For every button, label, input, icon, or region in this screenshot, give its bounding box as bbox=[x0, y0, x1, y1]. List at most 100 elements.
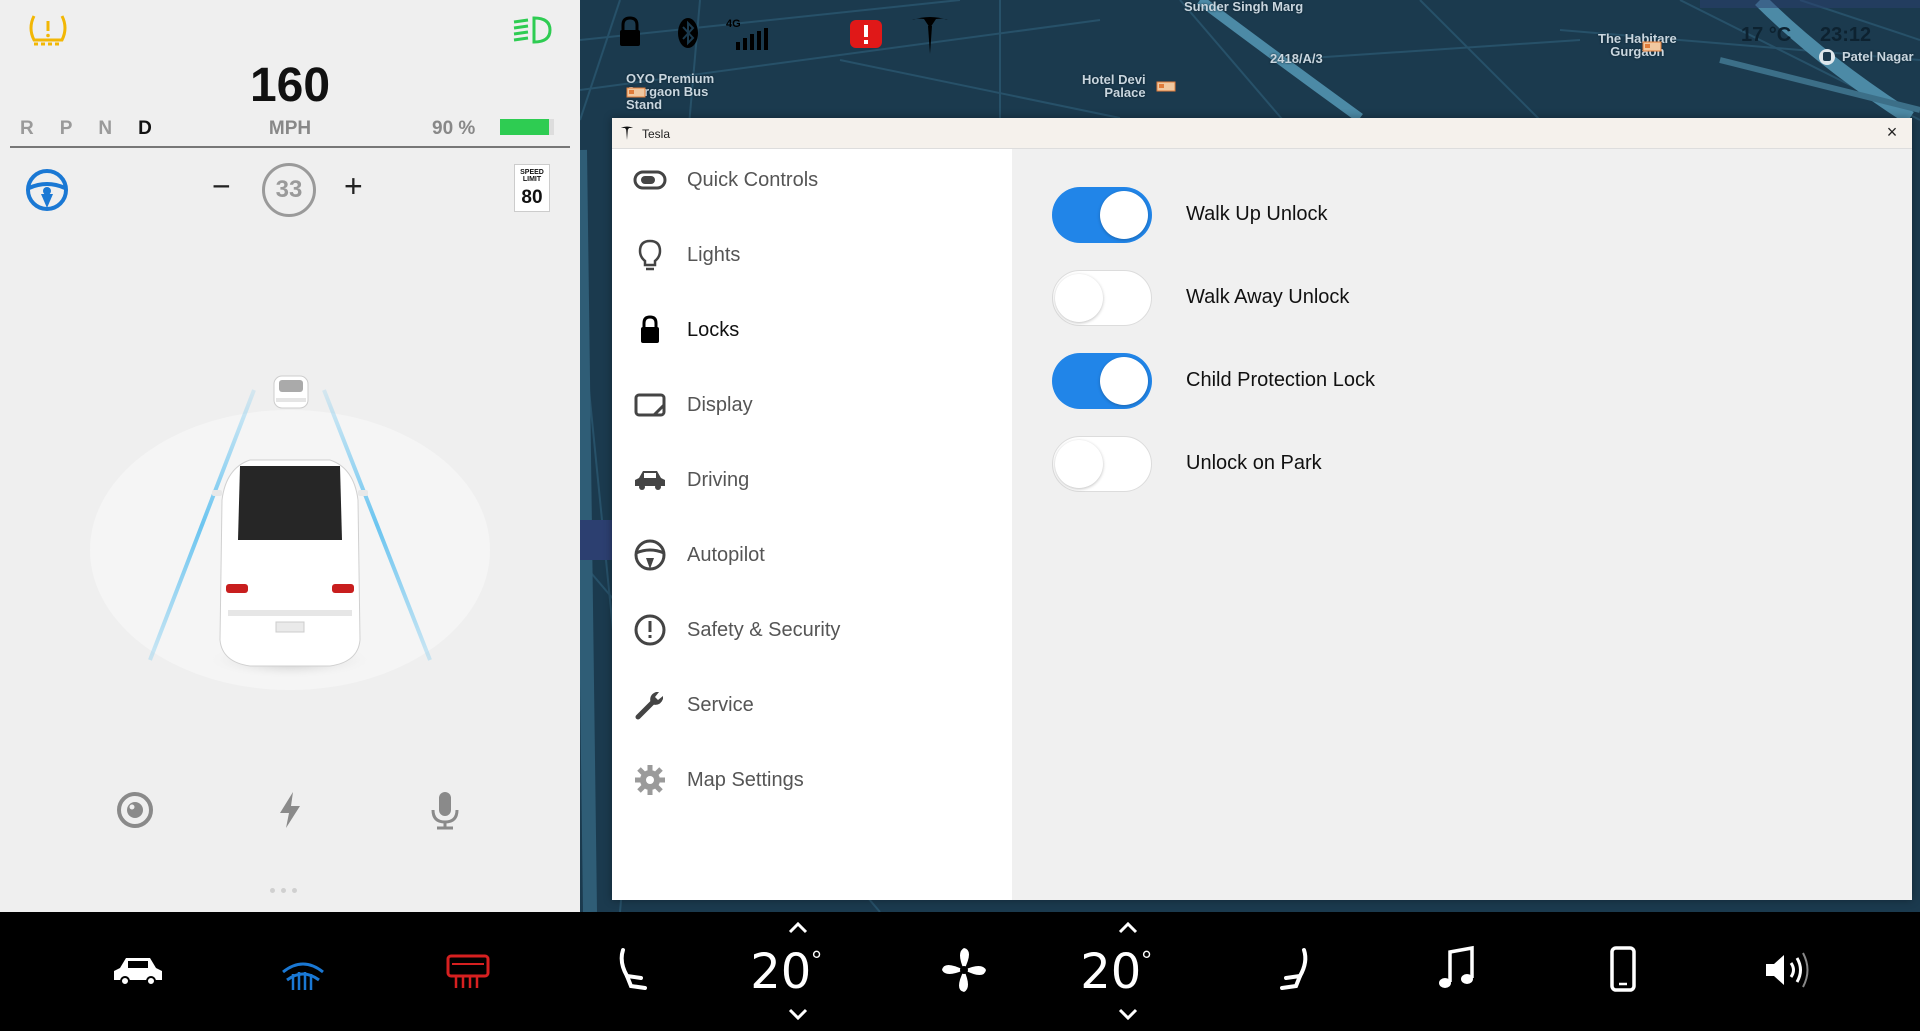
bluetooth-icon[interactable] bbox=[672, 14, 704, 52]
map-label-area: Patel Nagar bbox=[1842, 49, 1914, 64]
setting-walk-away-unlock: Walk Away Unlock bbox=[1052, 270, 1852, 330]
setting-label: Child Protection Lock bbox=[1186, 369, 1375, 391]
speed-readout: 160 bbox=[249, 59, 331, 112]
bottom-control-bar: 20° 20° bbox=[0, 912, 1920, 1031]
walk-away-unlock-toggle[interactable] bbox=[1052, 270, 1152, 326]
front-defrost-icon[interactable] bbox=[275, 942, 331, 998]
clock: 23:12 bbox=[1820, 24, 1872, 46]
steering-wheel-icon bbox=[634, 539, 666, 571]
bulb-icon bbox=[638, 239, 662, 271]
nav-item-quick-controls[interactable]: Quick Controls bbox=[612, 149, 1012, 213]
poi-name-line: Gurgaon bbox=[1610, 44, 1665, 59]
toggle-knob bbox=[1100, 191, 1148, 239]
volume-icon[interactable] bbox=[1760, 942, 1816, 998]
gear-n: N bbox=[98, 118, 113, 139]
page-dot bbox=[281, 888, 286, 893]
lock-icon bbox=[641, 315, 659, 343]
settings-window: Tesla × Quick Controls Lights Locks Disp… bbox=[612, 118, 1912, 900]
nav-item-safety-security[interactable]: Safety & Security bbox=[612, 599, 1012, 663]
microphone-icon[interactable] bbox=[423, 788, 467, 832]
walk-up-unlock-toggle[interactable] bbox=[1052, 187, 1152, 243]
speed-limit-title: SPEED LIMIT bbox=[520, 169, 544, 183]
nav-item-service[interactable]: Service bbox=[612, 674, 1012, 738]
degree-symbol: ° bbox=[1141, 945, 1152, 975]
gear-d: D bbox=[138, 118, 152, 139]
speed-limit-sign: SPEED LIMIT 80 bbox=[514, 164, 550, 212]
battery-percent: 90 % bbox=[432, 118, 476, 139]
battery-fill bbox=[500, 119, 549, 135]
window-title: Tesla bbox=[642, 127, 671, 141]
bus-stop-icon bbox=[1819, 49, 1835, 65]
car-icon bbox=[635, 471, 665, 490]
setting-label: Walk Up Unlock bbox=[1186, 203, 1328, 225]
setting-unlock-on-park: Unlock on Park bbox=[1052, 436, 1852, 496]
passenger-temperature[interactable]: 20° bbox=[1066, 942, 1166, 1002]
battery-bar bbox=[500, 119, 554, 135]
music-icon[interactable] bbox=[1430, 942, 1486, 998]
nav-label: Autopilot bbox=[687, 544, 765, 566]
steering-wheel-icon[interactable] bbox=[24, 167, 70, 213]
passenger-temp-value: 20 bbox=[1080, 944, 1142, 1000]
nav-item-lights[interactable]: Lights bbox=[612, 224, 1012, 288]
chevron-up-icon[interactable] bbox=[1116, 920, 1140, 936]
hotel-icon bbox=[1642, 41, 1662, 52]
cruise-increase-button[interactable]: + bbox=[344, 168, 363, 205]
chevron-up-icon[interactable] bbox=[786, 920, 810, 936]
locks-settings-panel: Walk Up Unlock Walk Away Unlock Child Pr… bbox=[1012, 149, 1912, 900]
nav-label: Display bbox=[687, 394, 753, 416]
speed-limit-value: 80 bbox=[521, 187, 543, 208]
nav-label: Quick Controls bbox=[687, 169, 819, 191]
page-dot bbox=[292, 888, 297, 893]
gear-p: P bbox=[59, 118, 73, 139]
driver-temperature[interactable]: 20° bbox=[736, 942, 836, 1002]
road-visualization bbox=[90, 375, 490, 690]
alert-icon[interactable] bbox=[848, 18, 884, 50]
phone-icon[interactable] bbox=[1595, 942, 1651, 998]
rear-defrost-icon[interactable] bbox=[440, 942, 496, 998]
child-protection-lock-toggle[interactable] bbox=[1052, 353, 1152, 409]
nav-item-display[interactable]: Display bbox=[612, 374, 1012, 438]
gear-r: R bbox=[20, 118, 34, 139]
toggle-knob bbox=[1100, 357, 1148, 405]
close-button[interactable]: × bbox=[1882, 122, 1902, 144]
toggle-knob bbox=[1055, 440, 1103, 488]
tesla-logo-icon[interactable] bbox=[908, 12, 952, 56]
nav-label: Driving bbox=[687, 469, 750, 491]
fan-icon[interactable] bbox=[936, 942, 992, 998]
cruise-speed-indicator[interactable]: 33 bbox=[262, 163, 316, 217]
nav-item-driving[interactable]: Driving bbox=[612, 449, 1012, 513]
signal-4g-icon: 4G bbox=[726, 14, 770, 52]
page-indicator bbox=[270, 888, 297, 893]
hotel-icon bbox=[626, 87, 646, 98]
bolt-icon[interactable] bbox=[268, 788, 312, 832]
camera-icon[interactable] bbox=[113, 788, 157, 832]
nav-label: Lights bbox=[687, 244, 741, 266]
nav-item-autopilot[interactable]: Autopilot bbox=[612, 524, 1012, 588]
window-titlebar[interactable]: Tesla × bbox=[612, 118, 1912, 149]
chevron-down-icon[interactable] bbox=[1116, 1006, 1140, 1022]
unlock-on-park-toggle[interactable] bbox=[1052, 436, 1152, 492]
car-icon[interactable] bbox=[110, 942, 166, 998]
seat-heater-right-icon[interactable] bbox=[1266, 942, 1322, 998]
gear-icon bbox=[635, 765, 665, 795]
lead-vehicle bbox=[273, 375, 309, 409]
driver-temp-value: 20 bbox=[750, 944, 812, 1000]
poi-name-line: Palace bbox=[1104, 85, 1146, 100]
chevron-down-icon[interactable] bbox=[786, 1006, 810, 1022]
setting-child-protection-lock: Child Protection Lock bbox=[1052, 353, 1852, 413]
divider bbox=[10, 146, 570, 148]
map-poi-habitare[interactable]: The Habitare Gurgaon bbox=[1598, 32, 1677, 58]
seat-heater-left-icon[interactable] bbox=[605, 942, 661, 998]
nav-item-map-settings[interactable]: Map Settings bbox=[612, 749, 1012, 813]
headlight-icon bbox=[513, 16, 552, 44]
nav-label: Locks bbox=[687, 319, 740, 341]
degree-symbol: ° bbox=[811, 945, 822, 975]
map-label-street: Sunder Singh Marg bbox=[1184, 0, 1304, 14]
nav-label: Service bbox=[687, 694, 754, 716]
setting-label: Unlock on Park bbox=[1186, 452, 1322, 474]
hotel-icon bbox=[1156, 81, 1176, 92]
nav-item-locks[interactable]: Locks bbox=[612, 299, 1012, 363]
map-poi-devi[interactable]: Hotel Devi Palace bbox=[1082, 73, 1146, 99]
lock-icon[interactable] bbox=[614, 14, 646, 52]
cruise-decrease-button[interactable]: − bbox=[212, 168, 231, 205]
